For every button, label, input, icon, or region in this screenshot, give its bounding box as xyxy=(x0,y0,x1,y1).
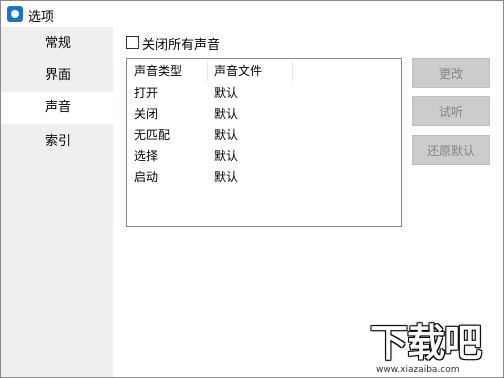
site-watermark: 下载吧 www.xiazaiba.com xyxy=(370,321,504,377)
column-header-sound-file[interactable]: 声音文件 xyxy=(214,59,262,83)
change-button[interactable]: 更改 xyxy=(412,58,490,88)
sound-type-cell: 关闭 xyxy=(134,107,159,121)
sidebar-item-general[interactable]: 常规 xyxy=(1,28,113,60)
title-bar[interactable]: 选项 xyxy=(1,1,503,27)
list-item[interactable]: 打开 默认 xyxy=(127,83,401,104)
sound-list-header: 声音类型 声音文件 xyxy=(127,59,401,83)
watermark-logo: 下载吧 xyxy=(370,321,482,365)
column-separator[interactable] xyxy=(292,61,293,81)
sound-file-cell: 默认 xyxy=(214,86,239,100)
sidebar-item-label: 索引 xyxy=(45,134,72,149)
sidebar-item-sound[interactable]: 声音 xyxy=(1,92,113,124)
sound-file-cell: 默认 xyxy=(214,128,239,142)
sidebar-item-label: 声音 xyxy=(45,100,72,115)
preview-button[interactable]: 试听 xyxy=(412,96,490,126)
mute-all-checkbox[interactable] xyxy=(126,36,139,49)
restore-default-button[interactable]: 还原默认 xyxy=(412,135,490,165)
list-item[interactable]: 关闭 默认 xyxy=(127,104,401,125)
window-title: 选项 xyxy=(28,10,55,25)
sound-type-cell: 打开 xyxy=(134,86,159,100)
sidebar-item-label: 界面 xyxy=(45,68,72,83)
mute-all-label: 关闭所有声音 xyxy=(142,38,221,53)
column-header-sound-type[interactable]: 声音类型 xyxy=(134,59,182,83)
sidebar-item-interface[interactable]: 界面 xyxy=(1,60,113,92)
sound-type-cell: 启动 xyxy=(134,170,159,184)
sound-file-cell: 默认 xyxy=(214,170,239,184)
sound-list[interactable]: 声音类型 声音文件 打开 默认 关闭 默认 无匹配 默认 选择 默认 启动 默认 xyxy=(126,58,402,227)
list-item[interactable]: 选择 默认 xyxy=(127,146,401,167)
app-icon xyxy=(7,6,23,22)
sound-file-cell: 默认 xyxy=(214,107,239,121)
sound-file-cell: 默认 xyxy=(214,149,239,163)
sound-type-cell: 选择 xyxy=(134,149,159,163)
options-window: 选项 常规 界面 声音 索引 关闭所有声音 声音类型 声音文件 打开 默认 关闭… xyxy=(0,0,504,378)
list-item[interactable]: 无匹配 默认 xyxy=(127,125,401,146)
sidebar-item-label: 常规 xyxy=(45,36,72,51)
watermark-url: www.xiazaiba.com xyxy=(376,365,460,375)
sound-type-cell: 无匹配 xyxy=(134,128,171,142)
sidebar: 常规 界面 声音 索引 xyxy=(1,27,113,377)
column-separator[interactable] xyxy=(207,61,208,81)
list-item[interactable]: 启动 默认 xyxy=(127,167,401,188)
sidebar-item-index[interactable]: 索引 xyxy=(1,126,113,158)
